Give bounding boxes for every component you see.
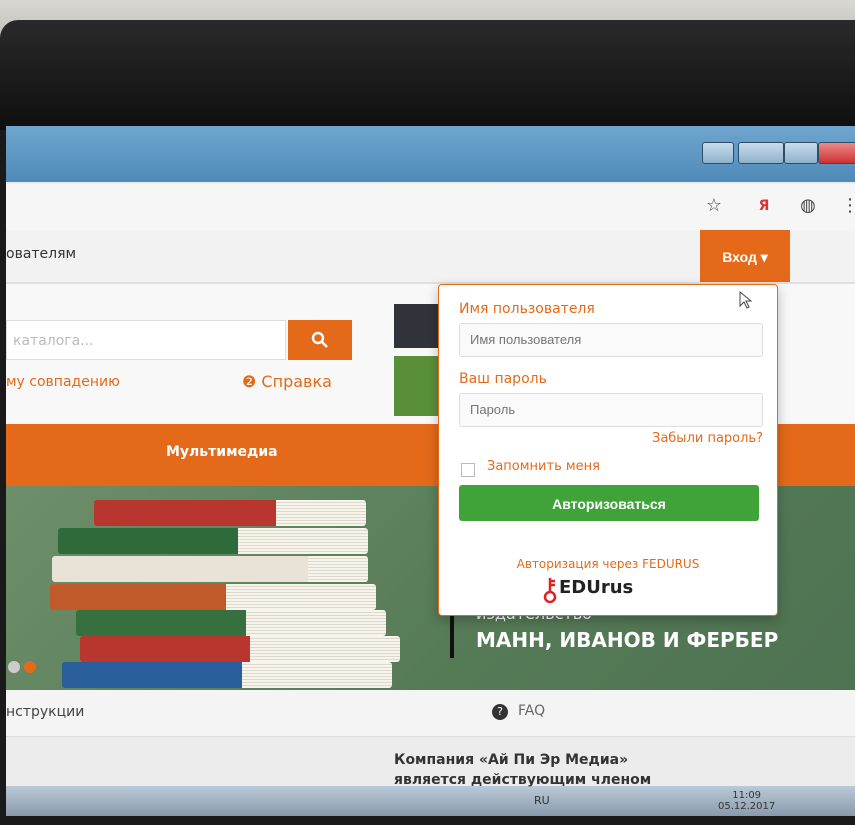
yandex-icon[interactable]: Я [750,192,778,220]
extension-icon[interactable]: ◍ [794,192,822,220]
search-icon [311,329,329,350]
book-image [76,610,386,636]
fedurus-auth-link[interactable]: Авторизация через FEDURUS [439,557,777,571]
close-button[interactable] [818,142,855,164]
search-input[interactable]: каталога... [6,320,286,360]
password-input[interactable] [459,393,763,427]
instructions-link[interactable]: нструкции [6,704,84,720]
publisher-name: МАНН, ИВАНОВ И ФЕРБЕР [476,628,779,652]
fedurus-logo[interactable]: EDUrus [559,577,633,598]
browser-menu-icon[interactable]: ⋮ [836,192,855,220]
question-icon: ? [492,704,508,720]
book-image [94,500,366,526]
promo-tile-dark[interactable] [394,304,440,348]
exact-match-link[interactable]: му совпадению [6,374,120,390]
window-titlebar [6,126,855,182]
menu-item-multimedia[interactable]: Мультимедиа [166,444,278,460]
login-dropdown: Имя пользователя Ваш пароль Забыли парол… [438,284,778,616]
password-label: Ваш пароль [459,371,547,387]
book-image [50,584,376,610]
username-label: Имя пользователя [459,301,595,317]
search-button[interactable] [288,320,352,360]
book-image [52,556,368,582]
clock-time: 11:09 [732,790,762,801]
forgot-password-link[interactable]: Забыли пароль? [652,431,763,446]
info-row: нструкции ? FAQ [6,690,855,737]
book-image [62,662,392,688]
book-image [80,636,400,662]
address-bar[interactable]: ☆ Я ◍ ⋮ [6,184,855,231]
company-text: Компания «Ай Пи Эр Медиа» является дейст… [394,750,754,790]
remember-me-checkbox[interactable] [461,463,475,477]
os-taskbar: RU 11:09 05.12.2017 [6,786,855,816]
nav-link-users[interactable]: ователям [6,246,76,262]
browser-screen: ☆ Я ◍ ⋮ ователям Вход ▾ каталога... му с… [6,126,855,816]
carousel-dot-active[interactable] [24,661,36,673]
minimize-button[interactable] [738,142,784,164]
authorize-button[interactable]: Авторизоваться [459,485,759,521]
clock-date: 05.12.2017 [718,801,776,812]
faq-link[interactable]: FAQ [518,703,545,719]
bookmark-star-icon[interactable]: ☆ [700,192,728,220]
login-button[interactable]: Вход ▾ [700,230,790,282]
maximize-button[interactable] [784,142,818,164]
username-input[interactable] [459,323,763,357]
tray-clock[interactable]: 11:09 05.12.2017 [718,790,775,812]
carousel-dot[interactable] [8,661,20,673]
user-icon[interactable] [702,142,734,164]
mouse-cursor-icon [739,290,753,313]
help-link[interactable]: ❷ Справка [242,372,332,391]
monitor-bezel [0,20,855,130]
remember-me-label[interactable]: Запомнить меня [487,459,600,474]
language-indicator[interactable]: RU [534,794,550,807]
promo-tile-green[interactable] [394,356,440,416]
book-image [58,528,368,554]
carousel-dots [8,658,40,677]
key-icon [543,577,557,604]
company-line-1: Компания «Ай Пи Эр Медиа» [394,752,629,768]
